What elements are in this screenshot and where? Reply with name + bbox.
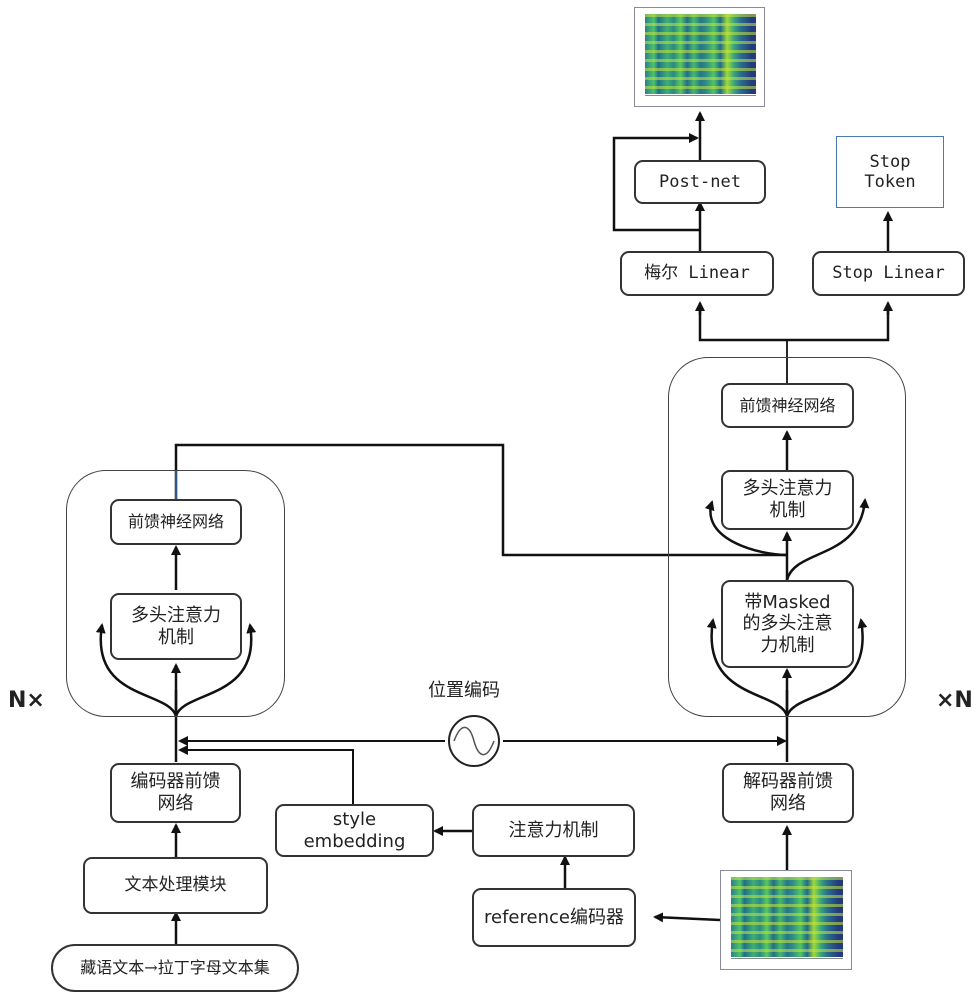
stop-linear-box: Stop Linear [812,251,965,296]
output-spectrogram [634,7,765,107]
reference-spectrogram [720,870,852,970]
wire-split [698,307,890,342]
decoder-masked-attention-label: 带Masked的多头注意力机制 [742,591,833,656]
input-text-label: 藏语文本→拉丁字母文本集 [80,958,270,978]
style-embedding-box: style embedding [275,804,434,857]
spectrogram-image [645,14,756,94]
stop-token-box: Stop Token [836,136,944,208]
decoder-attention-box: 多头注意力机制 [721,470,854,530]
decoder-masked-attention-box: 带Masked的多头注意力机制 [721,580,854,668]
stop-linear-label: Stop Linear [832,263,945,284]
input-text-box: 藏语文本→拉丁字母文本集 [51,944,299,992]
spectrogram-axis [645,95,756,104]
style-embedding-label: style embedding [303,808,406,852]
mel-linear-box: 梅尔 Linear [620,251,774,296]
text-module-label: 文本处理模块 [124,875,227,896]
post-net-box: Post-net [634,160,766,204]
decoder-pre-ffn-box: 解码器前馈网络 [722,763,854,823]
post-net-label: Post-net [659,171,741,192]
decoder-ffn-label: 前馈神经网络 [739,395,836,415]
positional-encoding-label: 位置编码 [428,680,500,701]
style-attention-label: 注意力机制 [508,819,599,841]
encoder-attention-label: 多头注意力机制 [131,604,221,648]
encoder-ffn-label: 前馈神经网络 [127,512,224,532]
spectrogram-image [731,877,843,957]
encoder-pre-ffn-box: 编码器前馈网络 [110,763,241,823]
spectrogram-axis [731,958,843,967]
encoder-ffn-box: 前馈神经网络 [110,499,242,545]
encoder-attention-box: 多头注意力机制 [110,593,242,660]
decoder-repeat-label: ×N [936,688,973,713]
encoder-pre-ffn-label: 编码器前馈网络 [130,771,221,814]
reference-encoder-box: reference编码器 [472,888,636,947]
encoder-repeat-label: N× [8,688,45,713]
style-attention-box: 注意力机制 [472,804,635,857]
decoder-ffn-box: 前馈神经网络 [721,383,854,428]
decoder-attention-label: 多头注意力机制 [742,478,833,521]
decoder-pre-ffn-label: 解码器前馈网络 [743,771,833,814]
stop-token-label: Stop Token [864,151,916,192]
reference-encoder-label: reference编码器 [484,906,624,928]
sine-wave-icon [448,715,500,767]
text-module-box: 文本处理模块 [83,857,268,914]
mel-linear-label: 梅尔 Linear [644,263,750,284]
